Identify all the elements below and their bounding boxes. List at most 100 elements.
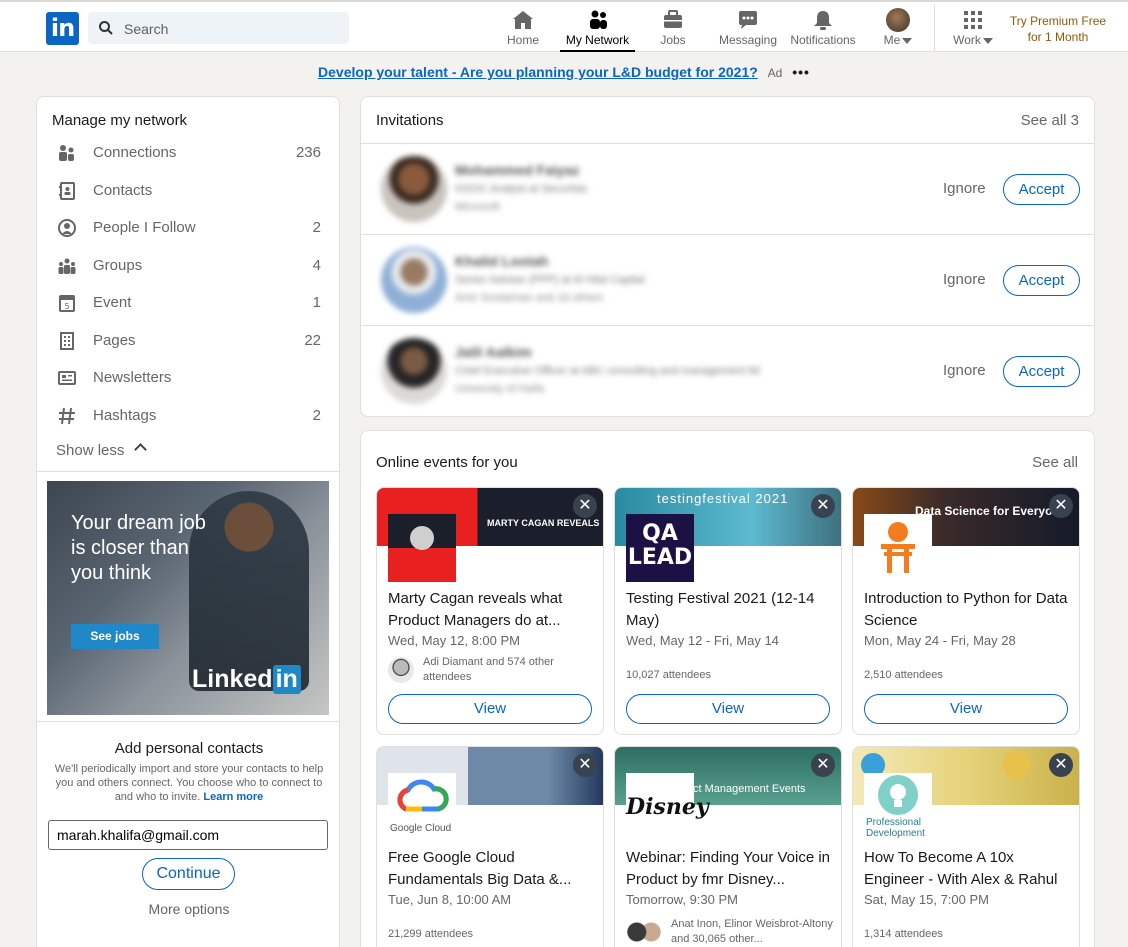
jobs-promo-ad[interactable]: Your dream job is closer than you think … (47, 481, 329, 715)
nav-work[interactable]: Work (948, 4, 998, 52)
briefcase-icon (664, 10, 682, 28)
event-attendees: 1,314 attendees (864, 928, 943, 940)
ignore-button[interactable]: Ignore (943, 362, 986, 379)
sidebar-item-hashtags[interactable]: Hashtags 2 (37, 398, 339, 434)
nav-jobs[interactable]: Jobs (648, 4, 698, 52)
show-less-button[interactable]: Show less (56, 442, 148, 459)
invitation-name[interactable]: Khalid Lootah (455, 253, 548, 269)
invitation-mutual: Amir Soulaiman and 16 others (455, 292, 603, 304)
online-events-card: Online events for you See all MARTY CAGA… (360, 430, 1095, 947)
nav-my-network[interactable]: My Network (560, 4, 635, 52)
close-icon[interactable]: ✕ (1049, 494, 1073, 518)
grid-apps-icon (964, 11, 982, 29)
view-event-button[interactable]: View (626, 694, 830, 724)
sidebar-item-label: Newsletters (93, 369, 172, 386)
close-icon[interactable]: ✕ (811, 494, 835, 518)
divider (37, 471, 339, 472)
sidebar-item-label: Groups (93, 257, 143, 274)
event-card[interactable]: ✕ Google Cloud Free Google Cloud Fundame… (376, 746, 604, 947)
sidebar-item-pages[interactable]: Pages 22 (37, 323, 339, 359)
show-less-label: Show less (56, 442, 125, 459)
event-attendees: Adi Diamant and 574 other attendees (423, 656, 554, 683)
avatar[interactable] (381, 156, 447, 222)
avatar[interactable] (381, 338, 447, 404)
event-card[interactable]: MARTY CAGAN REVEALS ✕ Marty Cagan reveal… (376, 487, 604, 735)
event-logo: Professional Development (864, 773, 932, 841)
linkedin-wordmark: Linked in (192, 665, 301, 694)
banner-text: testingfestival 2021 (657, 491, 789, 506)
nav-messaging[interactable]: Messaging (716, 4, 780, 52)
banner-text: ct Management Events (693, 783, 806, 795)
sidebar-item-connections[interactable]: Connections 236 (37, 135, 339, 171)
hashtag-icon (59, 407, 75, 425)
event-logo (388, 514, 456, 582)
sidebar-item-newsletters[interactable]: Newsletters (37, 360, 339, 396)
svg-text:5: 5 (64, 302, 69, 311)
event-card[interactable]: Data Science for Everyone ✕ Introduction… (852, 487, 1080, 735)
divider (37, 721, 339, 722)
event-title: Webinar: Finding Your Voice in Product b… (626, 849, 831, 888)
invitation-name[interactable]: Jalil Aalkim (455, 344, 532, 360)
caret-down-icon (982, 37, 993, 44)
accept-button[interactable]: Accept (1003, 174, 1080, 205)
manage-network-title: Manage my network (52, 112, 188, 129)
ignore-button[interactable]: Ignore (943, 271, 986, 288)
accept-button[interactable]: Accept (1003, 356, 1080, 387)
nav-notifications[interactable]: Notifications (788, 4, 858, 52)
ignore-button[interactable]: Ignore (943, 180, 986, 197)
nav-me[interactable]: Me (873, 4, 923, 52)
sidebar-item-label: Connections (93, 144, 177, 161)
linkedin-logo-icon[interactable]: in (46, 12, 79, 45)
close-icon[interactable]: ✕ (811, 753, 835, 777)
learn-more-link[interactable]: Learn more (203, 791, 263, 803)
event-attendees: 10,027 attendees (626, 669, 712, 681)
sidebar-item-label: Event (93, 294, 132, 311)
sidebar-item-label: Pages (93, 332, 136, 349)
continue-button[interactable]: Continue (142, 858, 235, 890)
sidebar-item-event[interactable]: 5 Event 1 (37, 285, 339, 321)
invitation-mutual: Microsoft (455, 201, 500, 213)
event-attendees: Anat Inon, Elinor Weisbrot-Altony and 30… (671, 918, 833, 945)
invitation-headline: Senior Adviser (PPP) at Al Hilal Capital (455, 274, 645, 286)
email-field[interactable] (48, 820, 328, 850)
invitation-name[interactable]: Mohammed Faiyaz (455, 162, 579, 178)
sidebar-item-label: Contacts (93, 182, 153, 199)
nav-home[interactable]: Home (498, 4, 548, 52)
view-event-button[interactable]: View (388, 694, 592, 724)
see-jobs-button[interactable]: See jobs (71, 624, 159, 649)
more-options-link[interactable]: More options (37, 901, 339, 917)
ad-more-icon[interactable]: ••• (792, 64, 810, 80)
event-card[interactable]: ✕ Professional Development How To Become… (852, 746, 1080, 947)
nav-messaging-label: Messaging (718, 33, 778, 47)
nav-home-label: Home (506, 33, 539, 47)
sidebar-item-count: 1 (312, 294, 321, 311)
sidebar-item-count: 4 (312, 257, 321, 274)
try-premium-link[interactable]: Try Premium Free for 1 Month (1004, 13, 1112, 45)
my-network-icon (589, 10, 607, 29)
speaker-photo (410, 526, 434, 550)
view-event-button[interactable]: View (864, 694, 1068, 724)
disney-logo: Disney (626, 773, 709, 841)
see-all-events-link[interactable]: See all (1032, 454, 1078, 471)
search-input[interactable]: Search (88, 12, 349, 44)
sidebar-item-groups[interactable]: Groups 4 (37, 248, 339, 284)
accept-button[interactable]: Accept (1003, 265, 1080, 296)
close-icon[interactable]: ✕ (1049, 753, 1073, 777)
event-title: Testing Festival 2021 (12-14 May) (626, 590, 815, 629)
nav-my-network-label: My Network (565, 33, 630, 47)
see-all-invitations-link[interactable]: See all 3 (1021, 112, 1079, 129)
invitation-row: Mohammed Faiyaz GSOC Analyst at Securita… (361, 143, 1094, 234)
event-card[interactable]: testingfestival 2021 ✕ QA LEAD Testing F… (614, 487, 842, 735)
avatar[interactable] (381, 247, 447, 313)
event-card[interactable]: ct Management Events ✕ Disney Webinar: F… (614, 746, 842, 947)
close-icon[interactable]: ✕ (573, 494, 597, 518)
sidebar-item-contacts[interactable]: Contacts (37, 173, 339, 209)
event-logo (864, 514, 932, 582)
close-icon[interactable]: ✕ (573, 753, 597, 777)
ad-banner: Develop your talent - Are you planning y… (0, 64, 1128, 80)
sidebar-item-people-i-follow[interactable]: People I Follow 2 (37, 210, 339, 246)
attendee-avatar (388, 657, 414, 683)
ad-link[interactable]: Develop your talent - Are you planning y… (318, 64, 758, 80)
invitation-headline: Chief Executive Officer at ABC consultin… (455, 365, 760, 377)
event-date: Wed, May 12, 8:00 PM (388, 633, 520, 648)
